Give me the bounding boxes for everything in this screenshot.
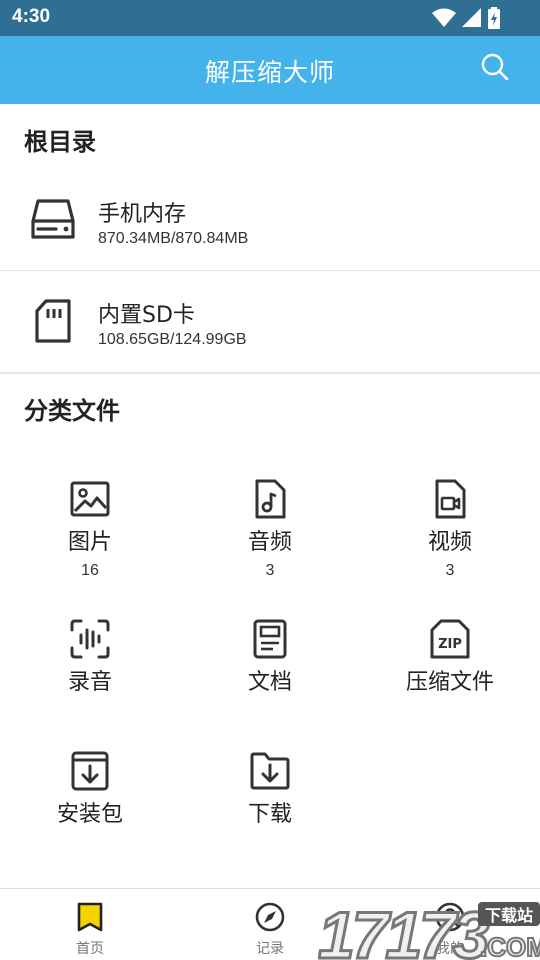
compass-icon bbox=[255, 902, 285, 932]
storage-name: 手机内存 bbox=[98, 202, 187, 227]
status-time: 4:30 bbox=[12, 6, 51, 27]
app-title: 解压缩大师 bbox=[204, 58, 335, 87]
category-item-packages[interactable]: 安装包 bbox=[0, 750, 180, 828]
storage-size: 870.34MB/870.84MB bbox=[98, 230, 249, 247]
root-section-title: 根目录 bbox=[24, 128, 96, 156]
category-count: 3 bbox=[265, 562, 275, 579]
battery-charging-icon bbox=[488, 7, 500, 29]
nav-label: 首页 bbox=[76, 941, 104, 957]
recording-icon bbox=[70, 619, 110, 659]
cellular-signal-icon bbox=[462, 8, 481, 27]
bookmark-icon bbox=[77, 902, 103, 932]
category-item-audio[interactable]: 音频 3 bbox=[180, 478, 360, 580]
watermark-logo: 17173 下载站 .COM bbox=[318, 898, 540, 960]
svg-text:ZIP: ZIP bbox=[438, 637, 462, 652]
watermark-badge: 下载站 bbox=[485, 906, 533, 925]
category-label: 压缩文件 bbox=[405, 670, 494, 695]
storage-name: 内置SD卡 bbox=[98, 303, 195, 328]
download-folder-icon bbox=[250, 752, 290, 790]
sd-card-icon bbox=[35, 299, 71, 343]
category-label: 下载 bbox=[247, 802, 292, 827]
category-label: 音频 bbox=[247, 530, 292, 555]
category-item-recordings[interactable]: 录音 bbox=[0, 618, 180, 696]
category-label: 视频 bbox=[427, 530, 472, 555]
category-label: 安装包 bbox=[56, 802, 123, 827]
category-label: 文档 bbox=[247, 670, 292, 695]
document-icon bbox=[253, 619, 287, 659]
hard-drive-icon bbox=[31, 199, 75, 239]
category-item-images[interactable]: 图片 16 bbox=[0, 478, 180, 580]
audio-file-icon bbox=[255, 479, 286, 519]
watermark-suffix: .COM bbox=[480, 932, 540, 960]
category-item-archives[interactable]: ZIP 压缩文件 bbox=[360, 618, 540, 696]
video-file-icon bbox=[435, 479, 466, 519]
package-icon bbox=[71, 751, 109, 791]
category-count: 16 bbox=[81, 562, 99, 579]
category-section-title: 分类文件 bbox=[24, 397, 120, 425]
zip-file-icon: ZIP bbox=[430, 619, 470, 659]
image-icon bbox=[70, 481, 110, 517]
app-bar: 解压缩大师 bbox=[0, 36, 540, 104]
category-item-video[interactable]: 视频 3 bbox=[360, 478, 540, 580]
status-icons bbox=[432, 7, 500, 29]
storage-item-internal[interactable]: 手机内存 870.34MB/870.84MB bbox=[0, 170, 540, 270]
storage-size: 108.65GB/124.99GB bbox=[98, 331, 247, 348]
storage-item-sd-card[interactable]: 内置SD卡 108.65GB/124.99GB bbox=[0, 271, 540, 371]
divider bbox=[0, 372, 540, 374]
category-item-downloads[interactable]: 下载 bbox=[180, 750, 360, 828]
category-label: 图片 bbox=[67, 530, 112, 555]
nav-item-home[interactable]: 首页 bbox=[0, 889, 180, 960]
wifi-icon bbox=[432, 8, 456, 27]
status-bar: 4:30 bbox=[0, 0, 540, 36]
category-label: 录音 bbox=[67, 670, 112, 695]
watermark-text: 17173 bbox=[318, 898, 489, 960]
category-item-documents[interactable]: 文档 bbox=[180, 618, 360, 696]
search-icon[interactable] bbox=[480, 52, 510, 82]
category-count: 3 bbox=[445, 562, 455, 579]
